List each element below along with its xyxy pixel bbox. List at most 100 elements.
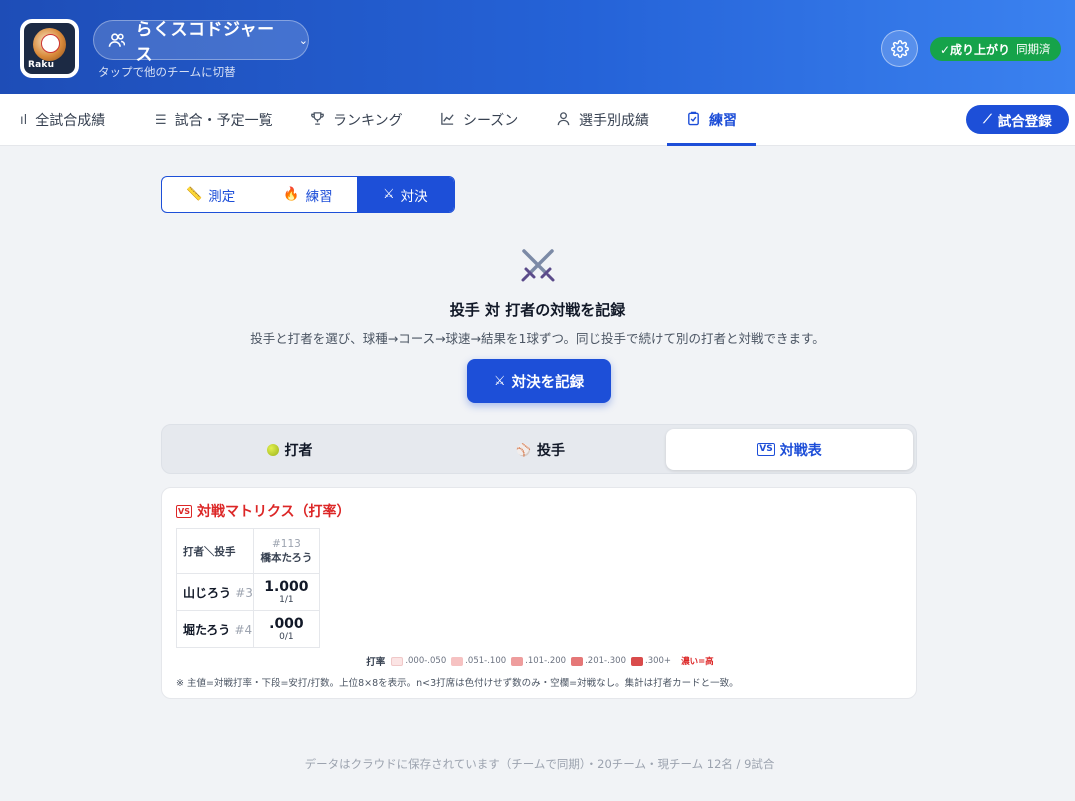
matrix-title: VS 対戦マトリクス（打率） bbox=[176, 501, 351, 521]
matrix-legend: 打率 .000-.050 .051-.100 .101-.200 .201-.3… bbox=[162, 654, 918, 668]
segment-label: 対決 bbox=[400, 188, 428, 205]
pitcher-column-header[interactable]: #113 橋本たろう bbox=[252, 528, 320, 574]
subtab-pitcher[interactable]: ⚾ 投手 bbox=[417, 429, 664, 470]
segment-measure[interactable]: 📏 測定 bbox=[162, 177, 259, 212]
legend-item: .051-.100 bbox=[451, 656, 506, 666]
register-game-label: 試合登録 bbox=[997, 113, 1052, 130]
cell-hits-ab: 0/1 bbox=[279, 632, 294, 642]
record-battle-label: 対決を記録 bbox=[511, 374, 585, 391]
person-icon bbox=[556, 111, 571, 130]
pitcher-number: #113 bbox=[271, 537, 301, 550]
batter-number: #3 bbox=[235, 585, 253, 600]
legend-label: .101-.200 bbox=[525, 656, 567, 666]
crossed-swords-icon: ⚔ bbox=[493, 373, 506, 389]
app-header: Raku らくスコドジャース ⌄ タップで他のチームに切替 ✓成り上がり 同期済 bbox=[0, 0, 1075, 94]
cell-hits-ab: 1/1 bbox=[279, 595, 294, 605]
subtab-label: 対戦表 bbox=[779, 442, 822, 459]
practice-mode-segment: 📏 測定 🔥 練習 ⚔ 対決 bbox=[161, 176, 455, 213]
subtab-label: 打者 bbox=[284, 442, 313, 459]
register-game-button[interactable]: ⟋ 試合登録 bbox=[966, 105, 1069, 134]
vs-icon: VS bbox=[757, 443, 775, 456]
matrix-title-text: 対戦マトリクス（打率） bbox=[196, 504, 351, 520]
legend-label: .300+ bbox=[645, 656, 672, 666]
batter-name: 堀たろう bbox=[183, 622, 231, 637]
fire-icon: 🔥 bbox=[283, 187, 300, 202]
legend-item: .201-.300 bbox=[571, 656, 626, 666]
baseball-glove-icon bbox=[33, 28, 66, 61]
battle-title: 投手 対 打者の対戦を記録 bbox=[449, 301, 626, 319]
gear-icon bbox=[890, 39, 909, 58]
subtab-matchup[interactable]: VS 対戦表 bbox=[666, 429, 913, 470]
tab-label: ランキング bbox=[333, 113, 403, 129]
subtab-label: 投手 bbox=[536, 442, 565, 459]
legend-swatch bbox=[571, 656, 584, 666]
switch-hint: タップで他のチームに切替 bbox=[98, 65, 236, 79]
legend-label: .051-.100 bbox=[465, 656, 507, 666]
legend-swatch bbox=[451, 656, 464, 666]
pitcher-name: 橋本たろう bbox=[260, 551, 313, 564]
logo-image: Raku bbox=[24, 23, 75, 74]
batter-row-header[interactable]: 堀たろう #4 bbox=[176, 610, 254, 648]
tab-practice[interactable]: 練習 bbox=[686, 94, 737, 146]
matrix-cell[interactable]: .000 0/1 bbox=[252, 610, 320, 648]
tab-label: 選手別成績 bbox=[579, 113, 649, 129]
people-icon bbox=[108, 33, 126, 47]
tab-player-stats[interactable]: 選手別成績 bbox=[556, 94, 649, 146]
sync-status: 同期済 bbox=[1016, 42, 1051, 56]
baseball-icon: ⚾ bbox=[516, 442, 531, 457]
legend-swatch bbox=[631, 656, 643, 666]
tab-label: 全試合成績 bbox=[35, 113, 106, 129]
battle-description: 投手と打者を選び、球種→コース→球速→結果を1球ずつ。同じ投手で続けて別の打者と… bbox=[250, 331, 825, 346]
subtab-batter[interactable]: 打者 bbox=[166, 429, 413, 470]
segment-label: 練習 bbox=[305, 188, 333, 205]
ruler-icon: 📏 bbox=[186, 187, 203, 202]
segment-battle[interactable]: ⚔ 対決 bbox=[356, 177, 454, 212]
matrix-cell[interactable]: 1.000 1/1 bbox=[252, 573, 320, 611]
segment-label: 測定 bbox=[208, 188, 236, 205]
app-logo[interactable]: Raku bbox=[20, 19, 79, 78]
footer-status: データはクラウドに保存されています（チームで同期）・20チーム・現チーム 12名… bbox=[304, 757, 775, 771]
legend-item: .300+ bbox=[631, 656, 671, 666]
team-name: らくスコドジャース bbox=[135, 20, 275, 65]
batter-name: 山じろう bbox=[183, 585, 232, 600]
matrix-corner: 打者＼投手 bbox=[176, 528, 254, 574]
legend-item: .101-.200 bbox=[511, 656, 566, 666]
tab-label: 練習 bbox=[709, 113, 737, 129]
trophy-icon bbox=[310, 111, 325, 130]
sync-label: ✓成り上がり bbox=[940, 42, 1011, 57]
tab-games-schedule[interactable]: ☰ 試合・予定一覧 bbox=[155, 94, 273, 146]
main-nav: ıl 全試合成績 ☰ 試合・予定一覧 ランキング シーズン 選手別成績 練習 bbox=[0, 94, 1075, 146]
cell-avg: .000 bbox=[269, 616, 304, 632]
segment-practice[interactable]: 🔥 練習 bbox=[259, 177, 356, 212]
list-icon: ☰ bbox=[155, 112, 167, 128]
line-chart-icon bbox=[440, 111, 455, 130]
clipboard-check-icon bbox=[686, 111, 701, 130]
bar-chart-icon: ıl bbox=[20, 112, 28, 128]
legend-item: .000-.050 bbox=[391, 656, 446, 666]
crossed-swords-icon bbox=[521, 249, 555, 282]
legend-title: 打率 bbox=[366, 657, 386, 668]
batter-row-header[interactable]: 山じろう #3 bbox=[176, 573, 254, 611]
matrix-note: ※ 主値=対戦打率・下段=安打/打数。上位8×8を表示。n<3打席は色付けせず数… bbox=[176, 678, 739, 689]
legend-swatch bbox=[391, 656, 404, 666]
bat-icon: ⟋ bbox=[983, 112, 992, 126]
team-switcher[interactable]: らくスコドジャース ⌄ bbox=[93, 20, 309, 65]
active-tab-indicator bbox=[667, 143, 756, 146]
matchup-matrix: 打者＼投手 #113 橋本たろう 山じろう #3 1.000 1/1 堀たろう … bbox=[176, 528, 320, 648]
chevron-down-icon: ⌄ bbox=[298, 33, 308, 47]
tab-label: シーズン bbox=[463, 113, 519, 129]
tab-season[interactable]: シーズン bbox=[440, 94, 518, 146]
stats-subtabs: 打者 ⚾ 投手 VS 対戦表 bbox=[161, 424, 917, 474]
legend-label: .000-.050 bbox=[405, 656, 447, 666]
cell-avg: 1.000 bbox=[264, 579, 309, 595]
tab-label: 試合・予定一覧 bbox=[174, 113, 273, 129]
settings-button[interactable] bbox=[881, 30, 918, 67]
legend-dark-label: 濃い=高 bbox=[681, 657, 714, 667]
sync-status-badge[interactable]: ✓成り上がり 同期済 bbox=[930, 37, 1061, 61]
matchup-matrix-card: VS 対戦マトリクス（打率） 打者＼投手 #113 橋本たろう 山じろう #3 … bbox=[161, 487, 917, 699]
tab-ranking[interactable]: ランキング bbox=[310, 94, 403, 146]
tab-all-games[interactable]: ıl 全試合成績 bbox=[20, 94, 105, 146]
crossed-swords-icon: ⚔ bbox=[382, 187, 395, 202]
record-battle-button[interactable]: ⚔ 対決を記録 bbox=[467, 359, 611, 403]
legend-label: .201-.300 bbox=[585, 656, 626, 666]
